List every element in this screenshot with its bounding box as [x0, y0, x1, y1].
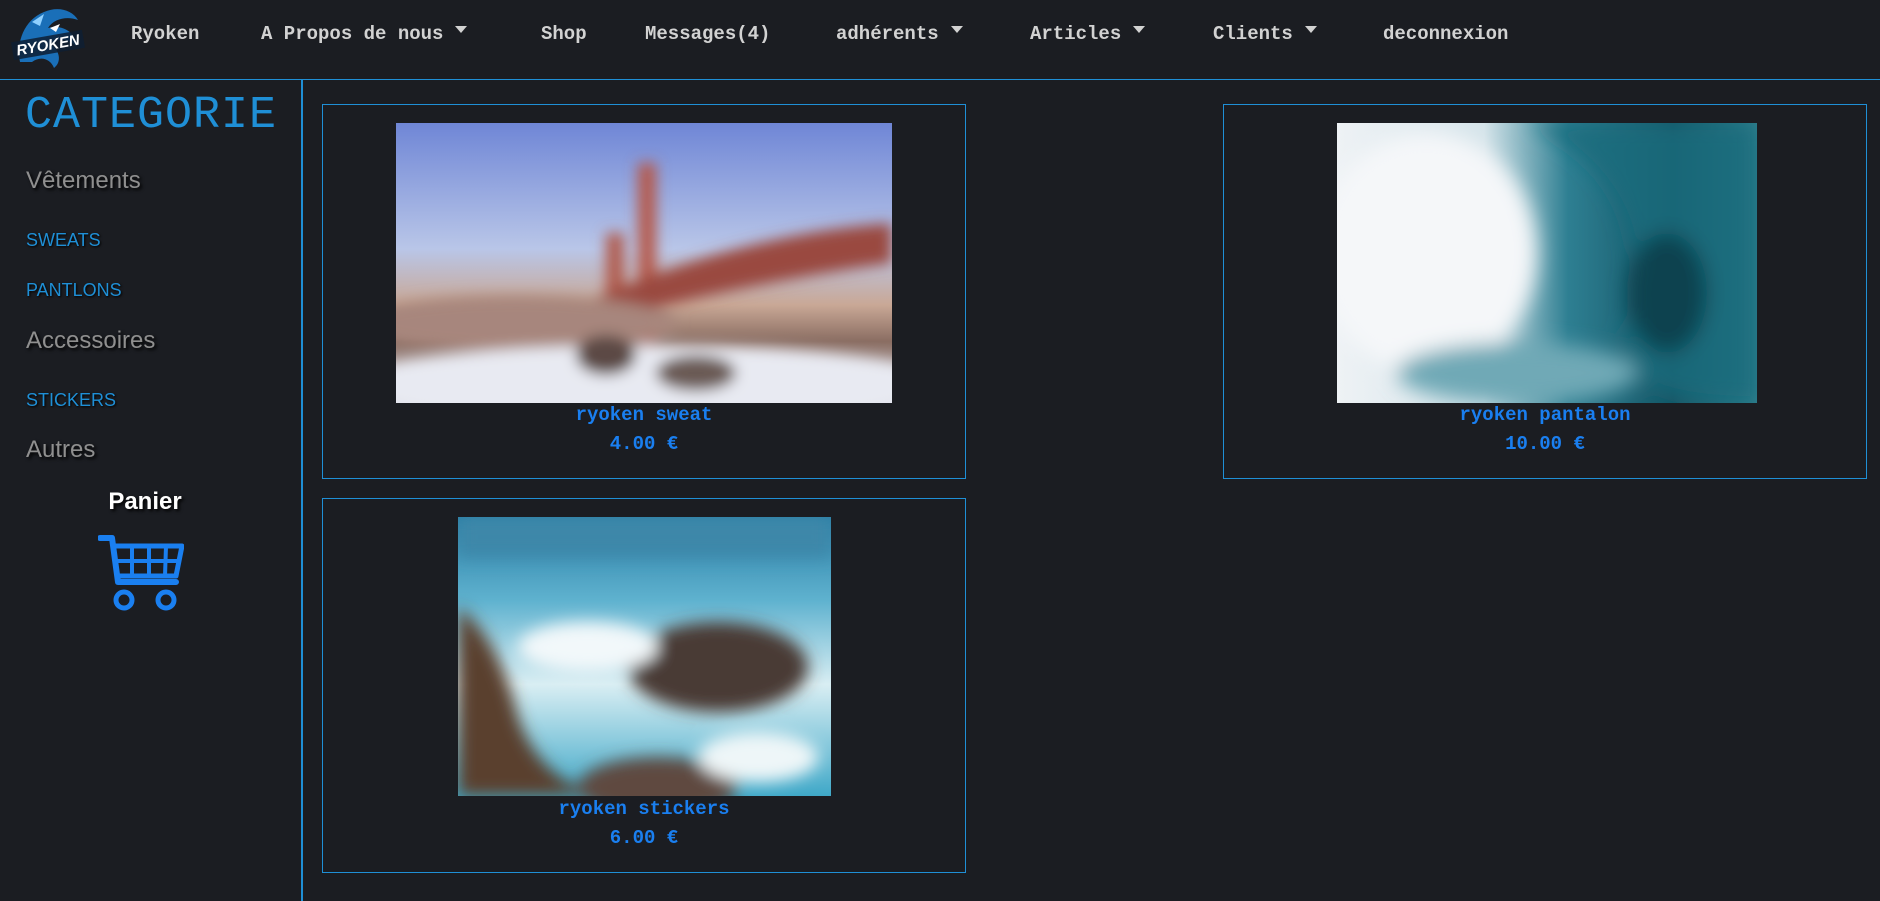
product-card-sweat[interactable]: ryoken sweat 4.00 €	[322, 104, 966, 479]
top-navbar: RYOKEN Ryoken A Propos de nous Shop Message…	[0, 0, 1880, 80]
section-accessoires: Accessoires	[26, 327, 156, 354]
nav-clients[interactable]: Clients	[1213, 0, 1317, 68]
shopping-cart-icon[interactable]	[98, 532, 184, 612]
product-image-sweat[interactable]	[396, 123, 892, 403]
category-link-stickers[interactable]: STICKERS	[26, 390, 116, 411]
category-title: CATEGORIE	[25, 90, 278, 141]
product-image-stickers[interactable]	[458, 517, 831, 796]
nav-label: Clients	[1213, 23, 1293, 45]
nav-a-propos[interactable]: A Propos de nous	[261, 0, 468, 68]
section-autres: Autres	[26, 436, 96, 463]
category-link-pantlons[interactable]: PANTLONS	[26, 280, 122, 301]
product-name[interactable]: ryoken sweat	[323, 404, 965, 426]
dropdown-caret-icon	[455, 26, 468, 34]
product-card-pantalon[interactable]: ryoken pantalon 10.00 €	[1223, 104, 1867, 479]
nav-label: A Propos de nous	[261, 23, 444, 45]
product-name[interactable]: ryoken stickers	[323, 798, 965, 820]
ryoken-logo[interactable]: RYOKEN	[10, 2, 86, 72]
product-image-pantalon[interactable]	[1337, 123, 1757, 403]
nav-shop[interactable]: Shop	[541, 0, 587, 68]
nav-articles[interactable]: Articles	[1030, 0, 1146, 68]
nav-ryoken[interactable]: Ryoken	[131, 0, 199, 68]
section-vetements: Vêtements	[26, 167, 141, 194]
nav-messages[interactable]: Messages(4)	[645, 0, 770, 68]
nav-label: Ryoken	[131, 23, 200, 45]
nav-deconnexion[interactable]: deconnexion	[1383, 0, 1508, 68]
product-name[interactable]: ryoken pantalon	[1224, 404, 1866, 426]
cart-label: Panier	[108, 488, 182, 515]
product-price: 6.00 €	[609, 827, 679, 849]
nav-label: Shop	[541, 23, 587, 45]
nav-label: Messages(4)	[645, 23, 771, 45]
category-link-sweats[interactable]: SWEATS	[26, 230, 101, 251]
product-price: 4.00 €	[609, 433, 679, 455]
product-card-stickers[interactable]: ryoken stickers 6.00 €	[322, 498, 966, 873]
nav-label: deconnexion	[1383, 23, 1509, 45]
dropdown-caret-icon	[1304, 26, 1317, 34]
category-sidebar: CATEGORIE Vêtements SWEATS PANTLONS Acce…	[0, 80, 303, 901]
dropdown-caret-icon	[950, 26, 963, 34]
nav-adherents[interactable]: adhérents	[836, 0, 963, 68]
dropdown-caret-icon	[1133, 26, 1146, 34]
nav-label: adhérents	[836, 23, 939, 45]
product-price: 10.00 €	[1505, 433, 1585, 455]
nav-label: Articles	[1030, 23, 1122, 45]
